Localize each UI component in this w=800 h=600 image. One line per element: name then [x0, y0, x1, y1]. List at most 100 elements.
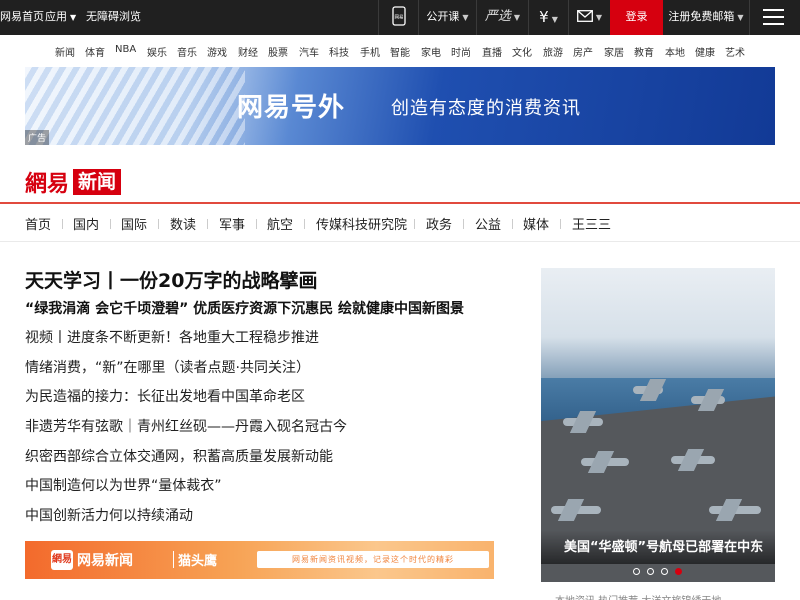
divider — [256, 219, 257, 229]
chevron-down-icon: ▼ — [595, 13, 603, 22]
headline-item[interactable]: 中国制造何以为世界“量体裁衣” — [25, 475, 222, 495]
channel-link[interactable]: 旅游 — [543, 44, 563, 59]
top-bar: 网易首页 应用 ▼ 无障碍浏览 网易 公开课 ▼ 严选 ▼ ¥ ▼ ▼ 登录 注册免费邮… — [0, 0, 800, 35]
photo-jet — [671, 456, 715, 464]
channel-link[interactable]: 直播 — [482, 44, 502, 59]
mail-menu[interactable]: ▼ — [568, 0, 610, 35]
channel-link[interactable]: 体育 — [85, 44, 105, 59]
channel-link[interactable]: 时尚 — [451, 44, 471, 59]
divider — [207, 219, 208, 229]
section-tab[interactable]: 数读 — [170, 214, 196, 233]
register-mail-label: 注册免费邮箱 — [668, 10, 735, 23]
apps-menu[interactable]: 应用 ▼ — [45, 0, 76, 35]
netease-app-icon: 網易 — [51, 550, 73, 570]
photo-caption[interactable]: 美国“华盛顿”号航母已部署在中东 — [564, 536, 763, 555]
open-course-label: 公开课 — [426, 10, 460, 23]
section-tab[interactable]: 航空 — [267, 214, 293, 233]
register-mail-menu[interactable]: 注册免费邮箱 ▼ — [663, 0, 749, 35]
channel-link[interactable]: 汽车 — [299, 44, 319, 59]
carousel-dot[interactable] — [633, 568, 640, 575]
photo-jet — [551, 506, 601, 514]
section-tab[interactable]: 国内 — [73, 214, 99, 233]
chevron-down-icon: ▼ — [70, 13, 77, 22]
channel-link[interactable]: 手机 — [360, 44, 380, 59]
channel-link[interactable]: 健康 — [695, 44, 715, 59]
accessible-browse-link[interactable]: 无障碍浏览 — [86, 0, 141, 35]
channel-link[interactable]: 房产 — [573, 44, 593, 59]
channel-link[interactable]: 本地 — [665, 44, 685, 59]
carousel-dot-active[interactable] — [675, 568, 682, 575]
headline-item[interactable]: 为民造福的接力：长征出发地看中国革命老区 — [25, 386, 305, 406]
phone-icon-label: 网易 — [394, 14, 403, 20]
divider — [560, 219, 561, 229]
promo-app-name: 网易新闻 — [77, 553, 133, 569]
hamburger-icon — [763, 9, 784, 25]
banner-decoration — [25, 67, 245, 145]
chevron-down-icon: ▼ — [551, 15, 558, 24]
photo-carousel[interactable]: 美国“华盛顿”号航母已部署在中东 — [541, 268, 775, 582]
section-tab[interactable]: 公益 — [475, 214, 501, 233]
divider — [512, 219, 513, 229]
section-tab[interactable]: 国际 — [121, 214, 147, 233]
channel-link[interactable]: 文化 — [512, 44, 532, 59]
apps-label: 应用 — [45, 10, 67, 23]
section-tab[interactable]: 首页 — [25, 214, 51, 233]
channel-nav: 新闻 体育 NBA 娱乐 音乐 游戏 财经 股票 汽车 科技 手机 智能 家电 … — [0, 35, 800, 65]
sub-headline[interactable]: “绿我涓滴 会它千顷澄碧” 优质医疗资源下沉惠民 绘就健康中国新图景 — [25, 298, 464, 318]
carousel-dot[interactable] — [647, 568, 654, 575]
section-tab[interactable]: 军事 — [219, 214, 245, 233]
banner-ad[interactable]: 网易号外 创造有态度的消费资讯 广告 — [25, 67, 775, 145]
open-course-menu[interactable]: 公开课 ▼ — [418, 0, 476, 35]
headline-item[interactable]: 织密西部综合立体交通网，积蓄高质量发展新动能 — [25, 446, 333, 466]
section-tab[interactable]: 政务 — [426, 214, 452, 233]
carousel-dot[interactable] — [661, 568, 668, 575]
news-logo-badge: 新闻 — [73, 169, 122, 195]
channel-link[interactable]: 股票 — [268, 44, 288, 59]
headline-item[interactable]: 视频丨进度条不断更新！各地重大工程稳步推进 — [25, 327, 319, 347]
carousel-dots — [633, 560, 689, 575]
yanxuan-menu[interactable]: 严选 ▼ — [476, 0, 528, 35]
section-tab[interactable]: 媒体 — [523, 214, 549, 233]
bottom-partial-links[interactable]: 本地资讯 热门推荐 大洋文旅锦绣天地 — [555, 592, 721, 600]
section-tab[interactable]: 传媒科技研究院 — [316, 214, 407, 233]
netease-home-link[interactable]: 网易首页 — [0, 0, 44, 35]
divider — [463, 219, 464, 229]
chevron-down-icon: ▼ — [462, 13, 469, 22]
photo-jet — [691, 396, 725, 404]
headline-item[interactable]: 非遗芳华有弦歌｜青州红丝砚——丹霞入砚名冠古今 — [25, 416, 347, 436]
main-headline[interactable]: 天天学习丨一份20万字的战略擘画 — [25, 266, 317, 293]
payment-menu[interactable]: ¥ ▼ — [528, 0, 568, 35]
photo-jet — [563, 418, 603, 426]
headline-item[interactable]: 中国创新活力何以持续涌动 — [25, 505, 193, 525]
main-menu-button[interactable] — [749, 0, 800, 35]
photo-jet — [709, 506, 761, 514]
channel-link[interactable]: 科技 — [329, 44, 349, 59]
divider — [304, 219, 305, 229]
netease-news-logo[interactable]: 網易 新闻 — [25, 166, 122, 197]
yanxuan-label: 严选 — [484, 9, 511, 24]
banner-logo: 网易号外 — [237, 93, 346, 123]
channel-link[interactable]: 家电 — [421, 44, 441, 59]
channel-link[interactable]: 游戏 — [207, 44, 227, 59]
section-nav: 首页 国内 国际 数读 军事 航空 传媒科技研究院 政务 公益 媒体 王三三 — [0, 204, 800, 242]
channel-link[interactable]: 家居 — [604, 44, 624, 59]
app-promo-banner[interactable]: 網易 网易新闻 猫头鹰 网易新闻资讯视频，记录这个时代的精彩 — [25, 541, 494, 579]
chevron-down-icon: ▼ — [737, 13, 744, 22]
owl-logo-text: 猫头鹰 — [178, 554, 218, 569]
divider — [110, 219, 111, 229]
promo-tagline: 网易新闻资讯视频，记录这个时代的精彩 — [257, 551, 489, 568]
channel-link[interactable]: 娱乐 — [147, 44, 167, 59]
channel-link[interactable]: 艺术 — [725, 44, 745, 59]
channel-link[interactable]: 教育 — [634, 44, 654, 59]
channel-link[interactable]: 财经 — [238, 44, 258, 59]
channel-link[interactable]: 智能 — [390, 44, 410, 59]
mobile-app-button[interactable]: 网易 — [378, 0, 418, 35]
divider — [62, 219, 63, 229]
channel-link[interactable]: 新闻 — [55, 44, 75, 59]
channel-link[interactable]: NBA — [115, 44, 136, 55]
login-button[interactable]: 登录 — [610, 0, 663, 35]
section-tab[interactable]: 王三三 — [572, 214, 611, 233]
channel-link[interactable]: 音乐 — [177, 44, 197, 59]
yuan-icon: ¥ — [539, 8, 549, 26]
headline-item[interactable]: 情绪消费，“新”在哪里（读者点题·共同关注） — [25, 357, 310, 377]
